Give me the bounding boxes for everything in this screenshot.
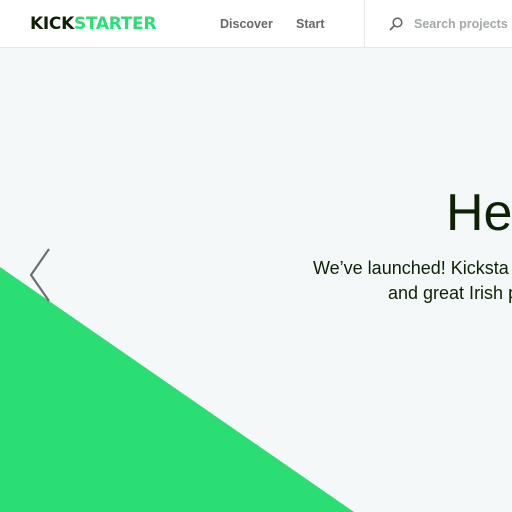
logo-text-starter: STARTER [73,14,157,34]
carousel-prev-button[interactable] [24,246,54,304]
search-icon[interactable] [388,16,404,32]
kickstarter-logo[interactable]: KICK STARTER [30,14,156,34]
nav-discover-link[interactable]: Discover [220,16,273,32]
nav-start-link[interactable]: Start [296,16,324,32]
hero-text-line-2: and great Irish p [388,283,512,303]
search-input[interactable] [414,17,512,31]
search-box[interactable] [388,14,512,34]
hero-text-line-1: We’ve launched! Kicksta [313,258,509,278]
header-divider [364,0,365,48]
hero-green-shape [0,267,354,512]
hero-title: He [446,184,512,242]
top-navigation-bar: KICK STARTER Discover Start [0,0,512,48]
logo-text-kick: KICK [30,14,74,34]
page: KICKSTARTER Discover Start He We’ve laun… [0,0,512,512]
chevron-left-icon [29,248,50,302]
